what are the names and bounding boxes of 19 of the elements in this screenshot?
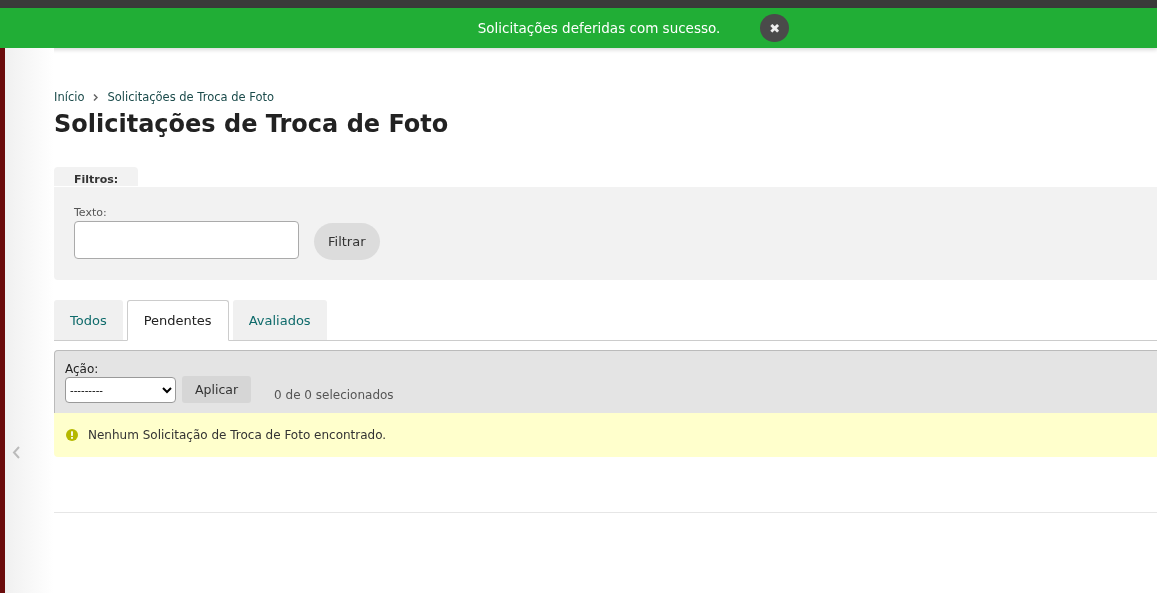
tab[interactable]: Avaliados	[232, 300, 327, 340]
text-input-field[interactable]	[74, 221, 299, 259]
chevron-left-icon[interactable]	[12, 446, 20, 459]
chevron-right-icon	[93, 93, 99, 101]
close-button[interactable]: ✖	[760, 14, 790, 42]
empty-message: Nenhum Solicitação de Troca de Foto encontrado.	[88, 428, 387, 442]
action-label: Ação:	[65, 362, 100, 376]
page-title: Solicitações de Troca de Foto	[54, 110, 450, 138]
warning-icon	[66, 429, 78, 441]
breadcrumb-link[interactable]: Início	[54, 90, 85, 104]
field-label: Texto:	[74, 206, 108, 219]
breadcrumb-link[interactable]: Solicitações de Troca de Foto	[107, 90, 275, 104]
apply-button[interactable]: Aplicar	[182, 376, 252, 403]
tab[interactable]: Pendentes	[126, 300, 229, 341]
notification-message: Solicitações deferidas com sucesso.	[477, 20, 721, 36]
selection-counter: 0 de 0 selecionados	[274, 388, 394, 403]
action-select[interactable]: ---------	[65, 377, 176, 403]
tab[interactable]: Todos	[54, 300, 123, 340]
filter-button[interactable]: Filtrar	[314, 223, 380, 260]
